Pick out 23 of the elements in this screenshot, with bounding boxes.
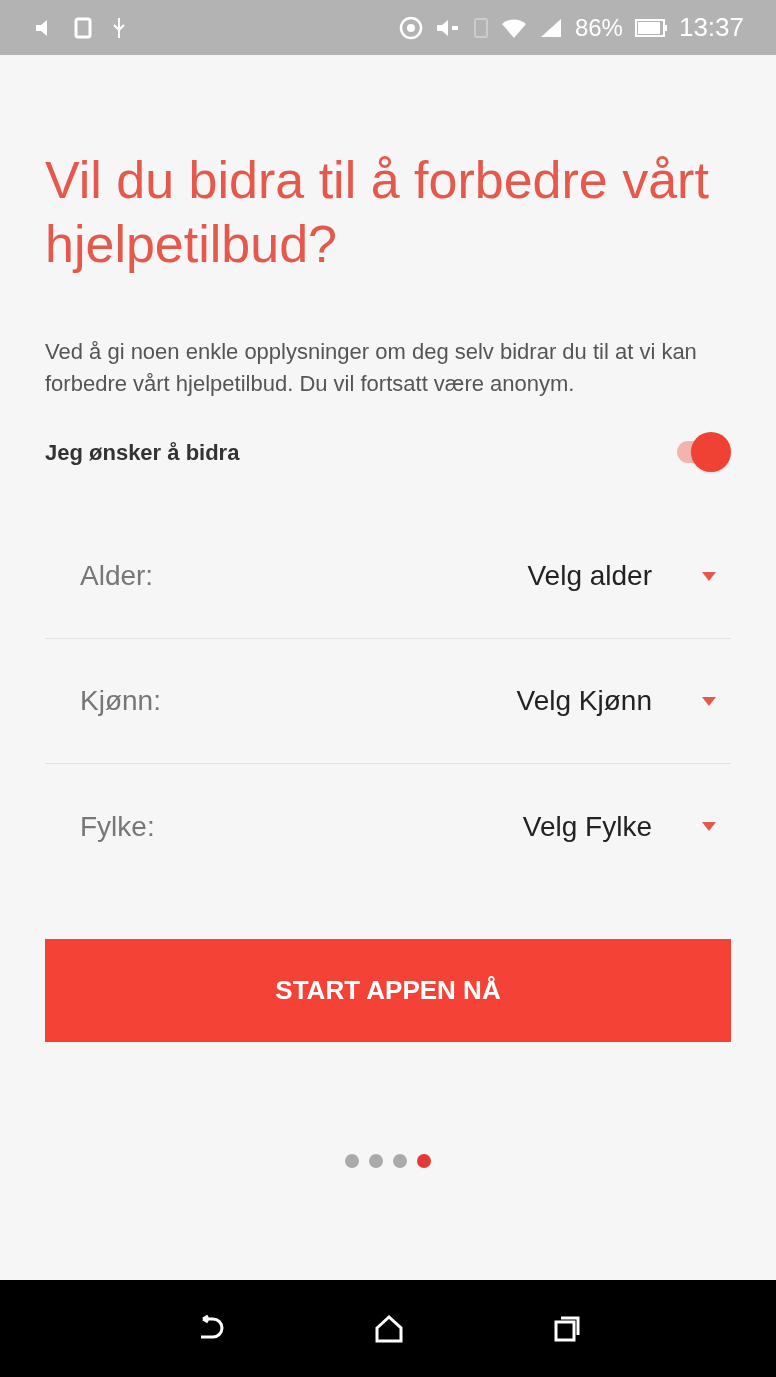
usb-icon	[112, 16, 126, 39]
page-title: Vil du bidra til å forbedre vårt hjelpetilbud?	[45, 150, 710, 275]
target-icon	[398, 15, 423, 40]
wifi-icon	[500, 16, 527, 39]
battery-icon	[634, 18, 667, 37]
field-label: Fylke:	[80, 809, 155, 844]
home-icon[interactable]	[374, 1313, 404, 1344]
description-text: Ved å gi noen enkle opplysninger om deg selv bidrar du til at vi kan forbedre vårt hjelpetilbud. Du vil fortsatt være anonym.	[45, 338, 698, 398]
consent-label: Jeg ønsker å bidra	[45, 438, 240, 467]
clock-time: 13:37	[678, 11, 744, 44]
dropdown-select[interactable]: Velg Kjønn	[516, 680, 716, 722]
dropdown-select[interactable]: Velg alder	[527, 555, 716, 597]
recent-apps-icon[interactable]	[553, 1314, 582, 1343]
start-button[interactable]: START APPEN NÅ	[45, 939, 731, 1042]
dropdown-select[interactable]: Velg Fylke	[522, 805, 716, 848]
caret-icon	[702, 822, 716, 831]
field-label: Kjønn:	[80, 684, 161, 718]
vibrate-icon	[472, 16, 489, 39]
caret-icon	[702, 696, 716, 706]
phone-icon	[74, 16, 92, 39]
battery-percent: 86%	[574, 12, 623, 43]
caret-icon	[702, 571, 716, 581]
field-label: Alder:	[80, 559, 154, 593]
